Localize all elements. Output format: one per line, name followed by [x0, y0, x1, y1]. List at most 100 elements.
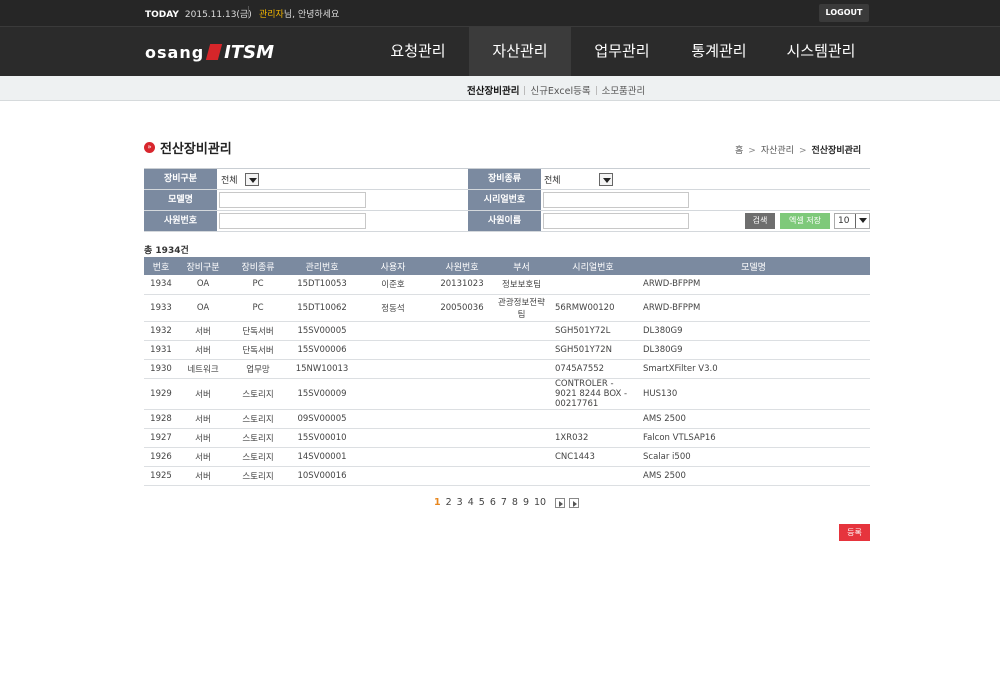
table-cell: 1928: [144, 409, 178, 429]
chevron-down-icon[interactable]: [599, 173, 613, 186]
table-row[interactable]: 1930 네트워크 업무망 15NW10013 0745A7552 SmartXFilte…: [144, 359, 870, 379]
subnav-excel-register[interactable]: 신규Excel등록: [530, 86, 590, 97]
table-cell: OA: [178, 294, 228, 322]
today-label: TODAY: [145, 10, 179, 20]
menu-asset[interactable]: 자산관리: [469, 27, 571, 76]
table-row[interactable]: 1927 서버 스토리지 15SV00010 1XR032 Falcon VTLSAP16: [144, 428, 870, 448]
table-cell: 1934: [144, 275, 178, 295]
table-row[interactable]: 1934 OA PC 15DT10053 이준호 20131023 정보보호팀 ARWD-BF…: [144, 275, 870, 295]
table-cell: 서버: [178, 321, 228, 341]
page-link[interactable]: 7: [501, 497, 507, 508]
col-header-emp-no[interactable]: 사원번호: [430, 257, 494, 275]
table-row[interactable]: 1932 서버 단독서버 15SV00005 SGH501Y72L DL380G9: [144, 321, 870, 341]
page-link[interactable]: 4: [468, 497, 474, 508]
pagination: 1 2 3 4 5 6 7 8 9 10: [434, 497, 580, 508]
table-cell: OA: [178, 275, 228, 295]
logo[interactable]: osang ITSM: [145, 39, 274, 65]
emp-no-input[interactable]: [219, 213, 366, 229]
table-cell: 단독서버: [228, 321, 288, 341]
page-next-icon[interactable]: [555, 497, 566, 508]
page-link[interactable]: 9: [523, 497, 529, 508]
col-header-no[interactable]: 번호: [144, 257, 178, 275]
table-cell: 1931: [144, 340, 178, 360]
breadcrumb-home[interactable]: 홈: [735, 146, 743, 156]
menu-system[interactable]: 시스템관리: [770, 27, 872, 76]
subnav-supplies[interactable]: 소모품관리: [602, 86, 646, 97]
table-row[interactable]: 1928 서버 스토리지 09SV00005 AMS 2500: [144, 409, 870, 429]
table-cell: [494, 340, 549, 360]
equipment-table: 번호 장비구분 장비종류 관리번호 사용자 사원번호 부서 시리얼번호 모델명 …: [144, 257, 870, 486]
equip-kind-select[interactable]: 전체: [544, 172, 613, 187]
subnav-equipment[interactable]: 전산장비관리: [467, 86, 519, 97]
logo-brand: osang: [145, 42, 205, 62]
col-header-dept[interactable]: 부서: [494, 257, 549, 275]
table-cell: 1933: [144, 294, 178, 322]
table-cell: SGH501Y72L: [549, 321, 637, 341]
table-cell: SGH501Y72N: [549, 340, 637, 360]
result-count: 총 1934건: [144, 246, 189, 256]
table-cell: [430, 378, 494, 410]
table-cell: [430, 428, 494, 448]
divider: [595, 86, 597, 95]
emp-name-label: 사원이름: [468, 211, 541, 231]
table-cell: 09SV00005: [288, 409, 356, 429]
search-row: 사원번호 사원이름 검색 엑셀 저장 10: [144, 211, 870, 232]
serial-input[interactable]: [543, 192, 689, 208]
page-link[interactable]: 6: [490, 497, 496, 508]
greeting-text: 님, 안녕하세요: [283, 10, 340, 20]
table-cell: 서버: [178, 447, 228, 467]
table-row[interactable]: 1925 서버 스토리지 10SV00016 AMS 2500: [144, 466, 870, 486]
table-cell: PC: [228, 294, 288, 322]
table-cell: [494, 428, 549, 448]
table-cell: ARWD-BFPPM: [637, 294, 870, 322]
table-cell: 1930: [144, 359, 178, 379]
col-header-equip-type[interactable]: 장비구분: [178, 257, 228, 275]
table-row[interactable]: 1926 서버 스토리지 14SV00001 CNC1443 Scalar i500: [144, 447, 870, 467]
table-cell: CONTROLER - 9021 8244 BOX - 00217761: [549, 378, 637, 410]
chevron-down-icon[interactable]: [855, 214, 869, 228]
col-header-user[interactable]: 사용자: [356, 257, 430, 275]
page-size-select[interactable]: 10: [834, 213, 870, 229]
table-cell: ARWD-BFPPM: [637, 275, 870, 295]
col-header-serial[interactable]: 시리얼번호: [549, 257, 637, 275]
logout-button[interactable]: LOGOUT: [819, 4, 869, 22]
col-header-mgmt-no[interactable]: 관리번호: [288, 257, 356, 275]
search-button[interactable]: 검색: [745, 213, 775, 229]
page-size-value: 10: [838, 216, 850, 226]
table-cell: 15SV00006: [288, 340, 356, 360]
model-input[interactable]: [219, 192, 366, 208]
page-last-icon[interactable]: [569, 497, 580, 508]
breadcrumb-asset[interactable]: 자산관리: [761, 146, 794, 156]
search-form: 장비구분 전체 장비종류 전체 모델명 시리얼번호 사원번호 사원이름 검색 엑…: [144, 168, 870, 232]
table-cell: PC: [228, 275, 288, 295]
excel-save-button[interactable]: 엑셀 저장: [780, 213, 830, 229]
equip-type-select[interactable]: 전체: [221, 172, 259, 187]
table-cell: [549, 466, 637, 486]
table-cell: 정보보호팀: [494, 275, 549, 295]
table-cell: 단독서버: [228, 340, 288, 360]
page-link[interactable]: 3: [457, 497, 463, 508]
page-link[interactable]: 1: [434, 497, 441, 508]
register-button[interactable]: 등록: [839, 524, 870, 541]
page-link[interactable]: 5: [479, 497, 485, 508]
menu-stats[interactable]: 통계관리: [668, 27, 770, 76]
table-cell: HUS130: [637, 378, 870, 410]
menu-request[interactable]: 요청관리: [367, 27, 469, 76]
col-header-model[interactable]: 모델명: [637, 257, 870, 275]
table-cell: 이준호: [356, 275, 430, 295]
page-link[interactable]: 2: [446, 497, 452, 508]
table-header-row: 번호 장비구분 장비종류 관리번호 사용자 사원번호 부서 시리얼번호 모델명: [144, 257, 870, 275]
page-link[interactable]: 8: [512, 497, 518, 508]
table-cell: 서버: [178, 378, 228, 410]
col-header-equip-kind[interactable]: 장비종류: [228, 257, 288, 275]
page-link[interactable]: 10: [534, 497, 546, 508]
equip-type-label: 장비구분: [144, 169, 217, 189]
table-row[interactable]: 1933 OA PC 15DT10062 정동석 20050036 관광정보전략팀 56RMW…: [144, 294, 870, 322]
chevron-down-icon[interactable]: [245, 173, 259, 186]
table-cell: 15SV00009: [288, 378, 356, 410]
table-row[interactable]: 1929 서버 스토리지 15SV00009 CONTROLER - 9021 8244…: [144, 378, 870, 410]
user-name: 관리자: [259, 10, 284, 20]
emp-name-input[interactable]: [543, 213, 689, 229]
menu-work[interactable]: 업무관리: [571, 27, 673, 76]
table-row[interactable]: 1931 서버 단독서버 15SV00006 SGH501Y72N DL380G9: [144, 340, 870, 360]
